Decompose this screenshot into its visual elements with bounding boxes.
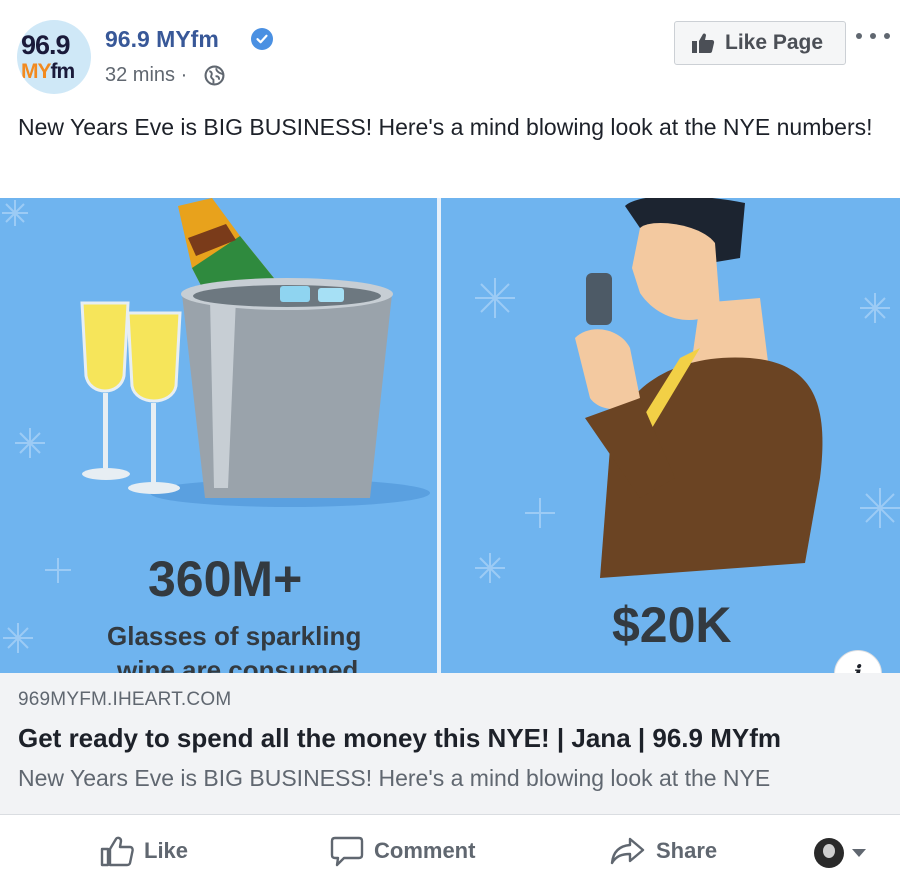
post-timestamp[interactable]: 32 mins · xyxy=(105,64,187,87)
comment-label: Comment xyxy=(374,838,476,863)
champagne-glasses xyxy=(80,301,182,494)
link-preview[interactable]: 969MYFM.IHEART.COM Get ready to spend al… xyxy=(0,673,900,815)
link-domain: 969MYFM.IHEART.COM xyxy=(18,689,232,710)
like-button[interactable]: Like xyxy=(100,829,188,873)
link-description: New Years Eve is BIG BUSINESS! Here's a … xyxy=(18,765,771,791)
ice-bucket xyxy=(181,278,393,498)
like-page-button[interactable]: Like Page xyxy=(674,21,846,65)
share-button[interactable]: Share xyxy=(610,829,717,873)
facebook-post: 96.9 MYfm 96.9 MYfm 32 mins · Like Page … xyxy=(0,0,900,884)
verified-badge-icon xyxy=(251,28,273,50)
share-arrow-icon xyxy=(610,837,645,865)
stat-glasses-label-cut: wine are consumed xyxy=(117,655,359,673)
user-avatar xyxy=(814,838,844,868)
more-options-icon[interactable] xyxy=(856,24,890,48)
post-as-selector[interactable] xyxy=(814,836,866,870)
chevron-down-icon xyxy=(852,849,866,857)
post-action-bar: Like Comment Share xyxy=(0,815,900,884)
man-illustration xyxy=(575,198,823,578)
comment-bubble-icon xyxy=(330,836,364,867)
thumbs-up-outline-icon xyxy=(100,836,134,867)
post-message: New Years Eve is BIG BUSINESS! Here's a … xyxy=(18,114,873,140)
page-avatar[interactable]: 96.9 MYfm xyxy=(17,20,91,94)
avatar-text-brand: MYfm xyxy=(21,60,75,83)
thumbs-up-icon xyxy=(692,33,715,53)
stat-glasses-value: 360M+ xyxy=(148,551,303,607)
stat-glasses-label: Glasses of sparkling xyxy=(107,621,362,651)
illustration xyxy=(2,198,900,653)
share-label: Share xyxy=(656,838,718,863)
like-label: Like xyxy=(144,838,189,863)
page-name-link[interactable]: 96.9 MYfm xyxy=(105,26,219,53)
post-image[interactable] xyxy=(0,198,900,673)
avatar-text-number: 96.9 xyxy=(21,30,71,60)
link-title[interactable]: Get ready to spend all the money this NY… xyxy=(18,723,781,754)
stat-cost-value: $20K xyxy=(612,597,732,653)
image-divider xyxy=(437,198,441,673)
globe-icon xyxy=(204,65,225,86)
comment-button[interactable]: Comment xyxy=(330,829,475,873)
like-page-label: Like Page xyxy=(725,31,824,54)
